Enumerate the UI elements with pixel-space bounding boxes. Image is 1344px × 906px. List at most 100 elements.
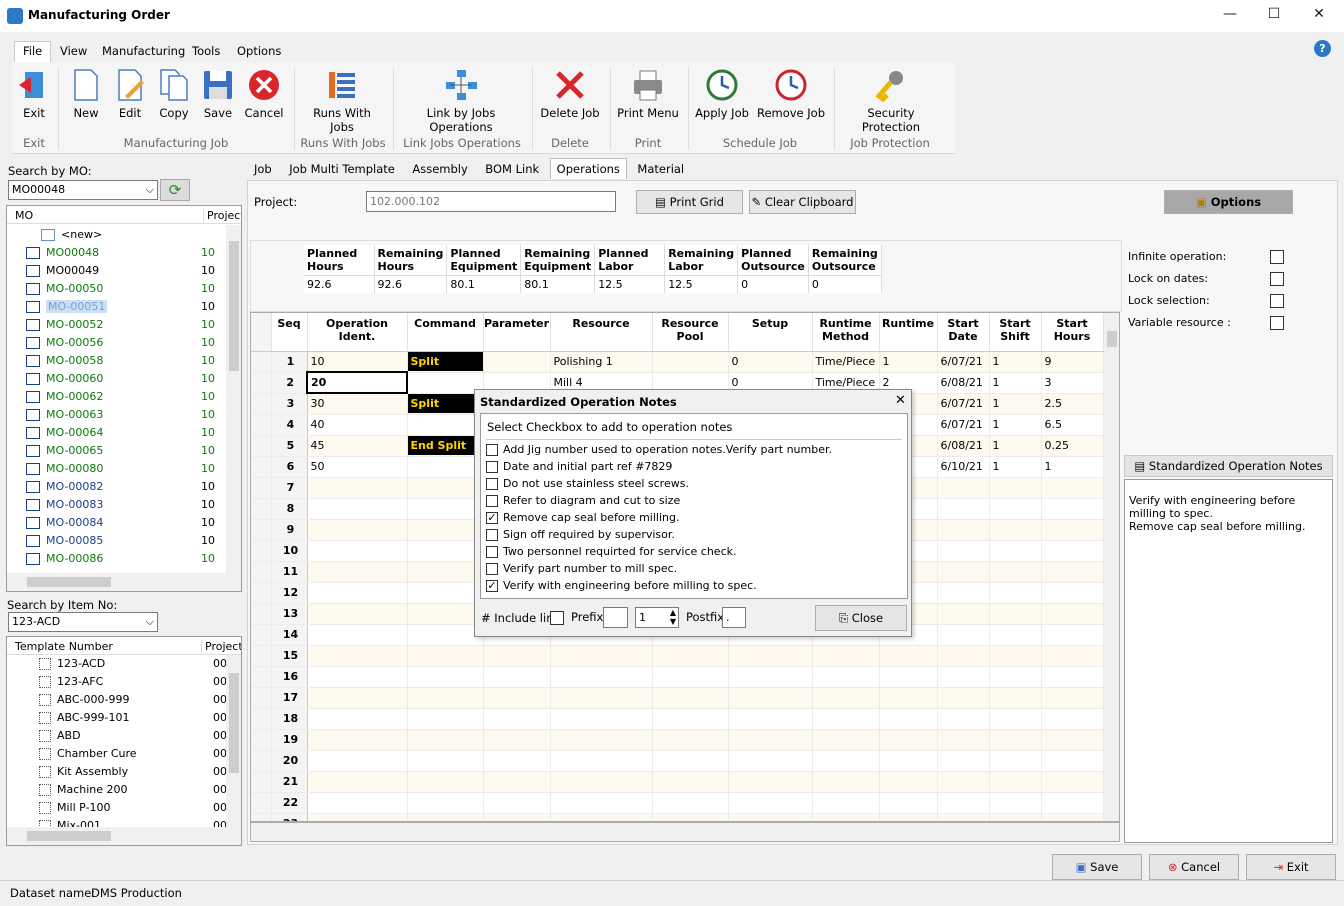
grid-cell[interactable]: 1 [1041, 456, 1104, 478]
new-button[interactable]: New [66, 62, 106, 126]
grid-cell[interactable] [812, 666, 880, 688]
grid-cell[interactable] [1041, 540, 1104, 562]
seq-cell[interactable]: 1 [271, 351, 308, 373]
grid-cell[interactable] [937, 477, 990, 499]
grid-cell[interactable] [989, 687, 1042, 709]
grid-cell[interactable] [407, 792, 484, 814]
grid-column-header[interactable]: Resource [550, 313, 653, 352]
grid-cell[interactable] [937, 540, 990, 562]
template-tree-item[interactable]: Kit Assembly 00 [33, 763, 226, 781]
note-checklist-item[interactable]: Verify part number to mill spec. [486, 560, 832, 577]
row-indicator[interactable] [251, 498, 272, 520]
template-tree-item[interactable]: ABC-999-101 00 [33, 709, 226, 727]
grid-cell[interactable] [989, 666, 1042, 688]
grid-cell[interactable] [937, 750, 990, 772]
grid-cell[interactable] [989, 477, 1042, 499]
grid-cell[interactable] [989, 624, 1042, 646]
grid-cell[interactable]: 6/07/21 [937, 351, 990, 373]
grid-cell[interactable] [483, 729, 551, 751]
grid-cell[interactable] [937, 519, 990, 541]
grid-hscrollbar[interactable] [250, 822, 1120, 842]
grid-cell[interactable]: 1 [879, 351, 938, 373]
cancel-ribbon-button[interactable]: Cancel [242, 62, 286, 126]
grid-column-header[interactable]: Parameter [483, 313, 551, 352]
security-protection-button[interactable]: Security Protection [840, 62, 942, 134]
grid-cell[interactable] [407, 729, 484, 751]
grid-cell[interactable] [728, 645, 813, 667]
row-indicator[interactable] [251, 603, 272, 625]
row-indicator[interactable] [251, 813, 272, 821]
grid-cell[interactable] [407, 771, 484, 793]
grid-cell[interactable] [937, 561, 990, 583]
grid-cell[interactable] [1041, 519, 1104, 541]
mo-tree-item[interactable]: MO-00086 10 [21, 550, 226, 568]
grid-cell[interactable] [307, 792, 408, 814]
grid-cell[interactable] [989, 645, 1042, 667]
row-indicator[interactable] [251, 393, 272, 415]
grid-cell[interactable] [483, 708, 551, 730]
seq-cell[interactable]: 20 [271, 750, 308, 772]
option-checkbox[interactable] [1270, 316, 1284, 330]
template-tree-item[interactable]: Mill P-100 00 [33, 799, 226, 817]
grid-cell[interactable] [937, 729, 990, 751]
mo-tree-item[interactable]: MO-00084 10 [21, 514, 226, 532]
grid-cell[interactable]: 6.5 [1041, 414, 1104, 436]
grid-cell[interactable] [1041, 792, 1104, 814]
grid-cell[interactable] [652, 750, 729, 772]
grid-cell[interactable] [937, 603, 990, 625]
help-icon[interactable]: ? [1314, 40, 1331, 57]
grid-cell[interactable] [550, 687, 653, 709]
seq-cell[interactable]: 2 [271, 372, 308, 394]
mo-tree-item[interactable]: MO-00083 10 [21, 496, 226, 514]
tab-job[interactable]: Job [247, 158, 279, 180]
grid-cell[interactable]: Split [407, 393, 484, 415]
runs-with-jobs-button[interactable]: Runs With Jobs [300, 62, 384, 134]
grid-cell[interactable] [652, 813, 729, 821]
grid-cell[interactable]: 6/08/21 [937, 372, 990, 394]
grid-cell[interactable] [1041, 582, 1104, 604]
maximize-icon[interactable]: ☐ [1259, 6, 1289, 26]
row-indicator[interactable] [251, 771, 272, 793]
grid-cell[interactable] [989, 540, 1042, 562]
grid-cell[interactable] [812, 771, 880, 793]
note-checkbox[interactable] [486, 546, 498, 558]
grid-cell[interactable] [483, 792, 551, 814]
grid-cell[interactable] [728, 687, 813, 709]
grid-cell[interactable] [812, 687, 880, 709]
menu-tools[interactable]: Tools [188, 44, 224, 58]
mo-tree[interactable]: MO Project <new> MO00048 10 MO00049 10 MO-000… [6, 205, 242, 592]
mo-tree-item[interactable]: MO-00052 10 [21, 316, 226, 334]
seq-cell[interactable]: 14 [271, 624, 308, 646]
grid-cell[interactable] [307, 729, 408, 751]
options-button[interactable]: ▣ Options [1164, 190, 1293, 214]
grid-column-header[interactable]: Runtime Method [812, 313, 880, 352]
note-checkbox[interactable] [486, 563, 498, 575]
template-tree-item[interactable]: 123-AFC 00 [33, 673, 226, 691]
grid-cell[interactable] [550, 729, 653, 751]
grid-cell[interactable] [728, 708, 813, 730]
template-tree-item[interactable]: ABD 00 [33, 727, 226, 745]
grid-cell[interactable] [407, 582, 484, 604]
grid-cell[interactable] [483, 771, 551, 793]
grid-cell[interactable] [989, 771, 1042, 793]
mo-hscroll-thumb[interactable] [27, 577, 111, 587]
grid-cell[interactable] [937, 813, 990, 821]
grid-cell[interactable] [483, 666, 551, 688]
note-checklist-item[interactable]: ✓ Verify with engineering before milling … [486, 577, 832, 594]
grid-cell[interactable] [937, 498, 990, 520]
grid-cell[interactable] [407, 561, 484, 583]
table-row[interactable]: 1 10 Split Polishing 1 0 Time/Piece 1 6/07/21 1 9 [251, 351, 1104, 373]
grid-cell[interactable] [483, 687, 551, 709]
grid-cell[interactable] [989, 729, 1042, 751]
grid-cell[interactable] [937, 687, 990, 709]
grid-cell[interactable] [812, 813, 880, 821]
grid-cell[interactable] [307, 582, 408, 604]
mo-hscrollbar[interactable] [7, 573, 241, 591]
grid-cell[interactable] [879, 750, 938, 772]
row-indicator[interactable] [251, 351, 272, 373]
grid-cell[interactable] [307, 813, 408, 821]
grid-cell[interactable] [1041, 771, 1104, 793]
notes-text[interactable]: Verify with engineering before milling t… [1124, 479, 1333, 843]
grid-cell[interactable] [728, 813, 813, 821]
grid-cell[interactable] [879, 813, 938, 821]
